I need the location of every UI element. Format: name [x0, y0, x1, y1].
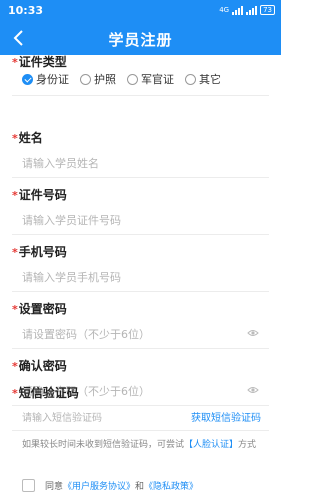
sms-hint: 如果较长时间未收到短信验证码，可尝试【人脸认证】方式 [22, 440, 257, 450]
divider [12, 291, 269, 292]
sms-code-label: *短信验证码 [12, 386, 79, 400]
divider [12, 430, 269, 431]
divider [12, 95, 269, 96]
radio-unchecked-icon [80, 73, 91, 85]
status-icons: 4G 73 [219, 5, 275, 15]
radio-checked-icon [22, 73, 33, 85]
page-title: 学员注册 [108, 31, 173, 49]
id-type-label: *证件类型 [12, 55, 67, 69]
title-bar: 学员注册 [0, 21, 281, 55]
get-sms-code-button[interactable]: 获取短信验证码 [191, 409, 261, 424]
network-label: 4G [219, 6, 230, 14]
password-label: *设置密码 [12, 302, 67, 316]
radio-unchecked-icon [127, 73, 138, 85]
divider [12, 348, 269, 349]
status-time: 10:33 [8, 4, 44, 17]
signal-icon-2 [246, 5, 258, 15]
eye-icon[interactable] [247, 386, 259, 394]
radio-unchecked-icon [185, 73, 196, 85]
id-type-radio-group: 身份证 护照 军官证 其它 [22, 71, 232, 87]
terms-link[interactable]: 《用户服务协议》 [63, 479, 135, 492]
radio-passport[interactable]: 护照 [80, 71, 116, 87]
phone-input[interactable]: 请输入学员手机号码 [22, 269, 121, 285]
password-input[interactable]: 请设置密码（不少于6位） [22, 326, 150, 342]
radio-officer-id[interactable]: 军官证 [127, 71, 174, 87]
name-input[interactable]: 请输入学员姓名 [22, 155, 99, 171]
divider [12, 405, 269, 406]
agreement-row: 同意 《用户服务协议》 和 《隐私政策》 [22, 479, 198, 492]
name-label: *姓名 [12, 131, 43, 145]
radio-other[interactable]: 其它 [185, 71, 221, 87]
required-marker: * [12, 56, 18, 69]
id-number-label: *证件号码 [12, 188, 67, 202]
battery-icon: 73 [260, 5, 275, 15]
privacy-link[interactable]: 《隐私政策》 [144, 479, 198, 492]
face-auth-link[interactable]: 【人脸认证】 [184, 440, 238, 450]
status-bar: 10:33 4G 73 [0, 0, 281, 21]
confirm-password-label: *确认密码 [12, 359, 67, 373]
agree-checkbox[interactable] [22, 479, 35, 492]
sms-code-input[interactable]: 请输入短信验证码 [22, 409, 102, 424]
id-number-input[interactable]: 请输入学员证件号码 [22, 212, 121, 228]
eye-icon[interactable] [247, 329, 259, 337]
divider [12, 234, 269, 235]
signal-icon [232, 5, 244, 15]
divider [12, 177, 269, 178]
phone-label: *手机号码 [12, 245, 67, 259]
radio-id-card[interactable]: 身份证 [22, 71, 69, 87]
